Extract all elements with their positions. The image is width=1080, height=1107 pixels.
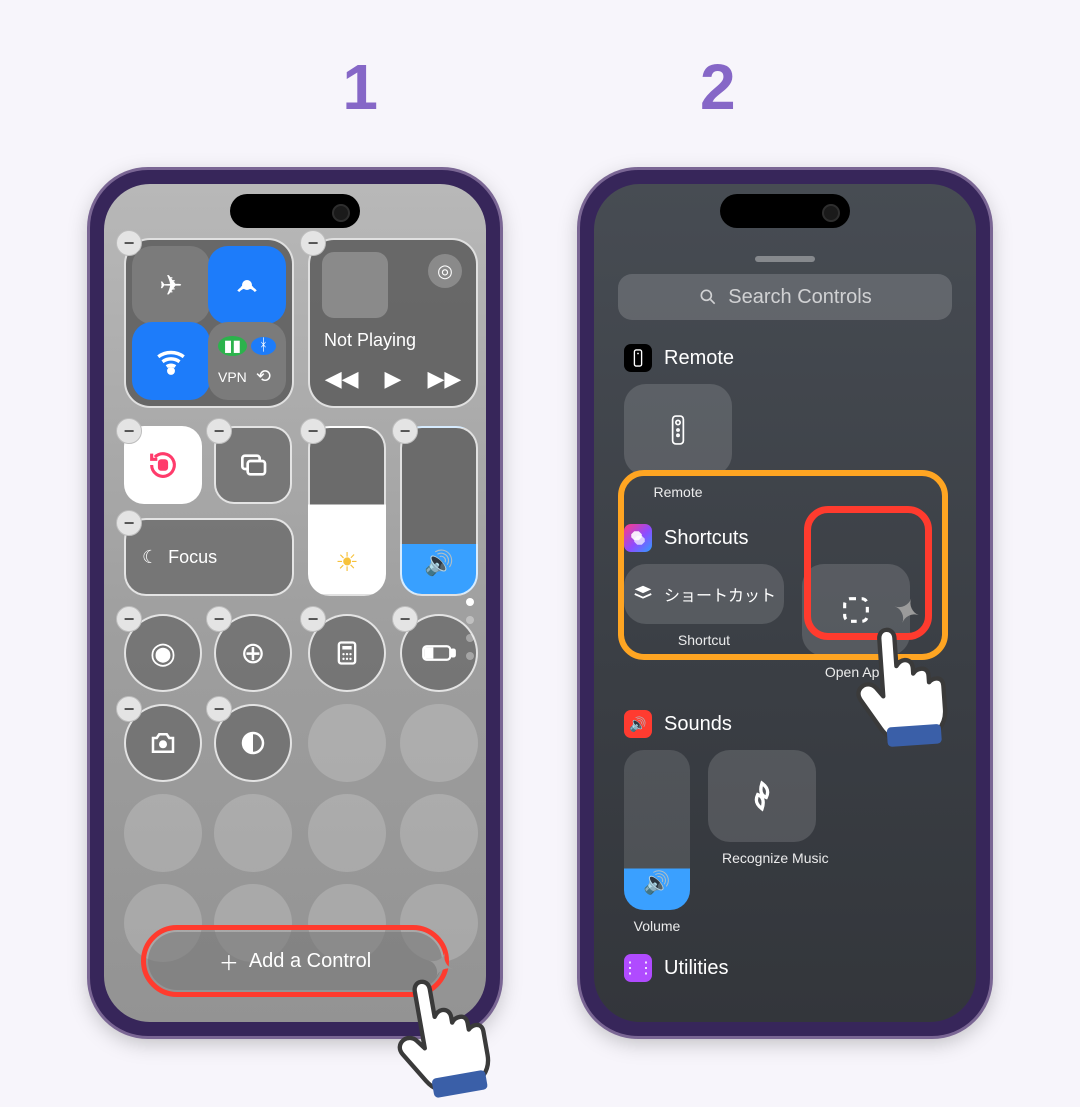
search-controls-field[interactable]: Search Controls (618, 274, 952, 320)
dynamic-island (230, 194, 360, 228)
section-header-shortcuts-label: Shortcuts (664, 527, 748, 550)
empty-slot[interactable] (308, 704, 386, 782)
control-item-volume[interactable]: 🔊 Volume (624, 750, 690, 934)
calculator-toggle[interactable]: − (308, 614, 386, 692)
empty-slot[interactable] (308, 794, 386, 872)
brightness-slider[interactable]: − ☀︎ (308, 426, 386, 596)
forward-icon[interactable]: ▶▶ (427, 366, 461, 392)
remove-badge[interactable]: − (206, 696, 232, 722)
remove-badge[interactable]: − (300, 418, 326, 444)
focus-toggle[interactable]: − ☾ Focus (124, 518, 294, 596)
connectivity-module[interactable]: − ✈︎ ▮▮ ᚼ VPN ⟲ (124, 238, 294, 408)
focus-label: Focus (168, 547, 217, 568)
stack-icon (632, 583, 654, 605)
dynamic-island (720, 194, 850, 228)
empty-slot[interactable] (400, 794, 478, 872)
magnifier-toggle[interactable]: −⊕ (214, 614, 292, 692)
control-item-recognize-label: Recognize Music (722, 850, 802, 866)
remove-badge[interactable]: − (116, 606, 142, 632)
dark-mode-toggle[interactable]: − (214, 704, 292, 782)
remove-badge[interactable]: − (392, 418, 418, 444)
bluetooth-icon: ᚼ (251, 337, 276, 355)
moon-icon: ☾ (142, 547, 158, 568)
cellular-icon: ▮▮ (218, 336, 247, 356)
airdrop-icon[interactable] (208, 246, 286, 324)
remove-badge[interactable]: − (300, 606, 326, 632)
utilities-app-icon: ⋮⋮ (624, 954, 652, 982)
add-a-control-label: Add a Control (249, 950, 371, 973)
step-number-2: 2 (700, 50, 738, 124)
section-header-sounds-label: Sounds (664, 713, 732, 736)
phone-frame-2: Search Controls Remote Remote (580, 170, 990, 1036)
shortcuts-app-icon (624, 524, 652, 552)
screen-record-toggle[interactable]: −◉ (124, 614, 202, 692)
media-title: Not Playing (324, 330, 416, 351)
empty-slot[interactable] (214, 794, 292, 872)
section-header-shortcuts: Shortcuts (624, 524, 952, 552)
control-item-shortcut-text: ショートカット (664, 582, 776, 606)
rewind-icon[interactable]: ◀◀ (325, 366, 359, 392)
remove-badge[interactable]: − (300, 230, 326, 256)
remove-badge[interactable]: − (116, 696, 142, 722)
album-art-placeholder (322, 252, 388, 318)
control-item-shortcut[interactable]: ショートカット Shortcut (624, 564, 784, 680)
section-header-utilities: ⋮⋮ Utilities (624, 954, 952, 982)
control-item-open-app-label: Open App (825, 664, 887, 680)
control-item-recognize-music[interactable]: Recognize Music (708, 750, 816, 866)
volume-icon: 🔊 (424, 549, 454, 578)
remove-badge[interactable]: − (392, 606, 418, 632)
wifi-icon[interactable] (132, 322, 210, 400)
remove-badge[interactable]: − (116, 510, 142, 536)
section-header-sounds: 🔊 Sounds (624, 710, 952, 738)
sounds-app-icon: 🔊 (624, 710, 652, 738)
empty-slot[interactable] (400, 704, 478, 782)
connectivity-more[interactable]: ▮▮ ᚼ VPN ⟲ (208, 322, 286, 400)
page-indicator[interactable] (466, 598, 474, 660)
screen-mirroring-toggle[interactable]: − (214, 426, 292, 504)
brightness-icon: ☀︎ (335, 547, 358, 578)
sheet-grabber[interactable] (755, 256, 815, 262)
remove-badge[interactable]: − (206, 606, 232, 632)
play-icon[interactable]: ▶ (385, 366, 402, 392)
empty-slot[interactable] (124, 794, 202, 872)
vpn-icon: VPN (218, 369, 247, 385)
control-item-remote[interactable]: Remote (624, 384, 732, 500)
remove-badge[interactable]: − (206, 418, 232, 444)
phone-frame-1: − ✈︎ ▮▮ ᚼ VPN ⟲ − ◎ N (90, 170, 500, 1036)
add-a-control-button[interactable]: ＋ Add a Control (148, 932, 442, 990)
section-header-utilities-label: Utilities (664, 957, 728, 980)
personal-hotspot-icon: ⟲ (251, 366, 276, 387)
media-module[interactable]: − ◎ Not Playing ◀◀ ▶ ▶▶ (308, 238, 478, 408)
orientation-lock-toggle[interactable]: − (124, 426, 202, 504)
control-item-volume-label: Volume (634, 918, 681, 934)
airplay-icon[interactable]: ◎ (428, 254, 462, 288)
section-header-remote: Remote (624, 344, 952, 372)
remote-app-icon (624, 344, 652, 372)
search-icon (698, 287, 718, 307)
step-number-1: 1 (342, 50, 380, 124)
screen-control-center-edit: − ✈︎ ▮▮ ᚼ VPN ⟲ − ◎ N (104, 184, 486, 1022)
camera-toggle[interactable]: − (124, 704, 202, 782)
plus-icon: ＋ (219, 947, 239, 976)
airplane-mode-icon[interactable]: ✈︎ (132, 246, 210, 324)
volume-icon: 🔊 (643, 870, 670, 896)
remove-badge[interactable]: − (116, 418, 142, 444)
control-item-remote-label: Remote (653, 484, 702, 500)
search-placeholder: Search Controls (728, 286, 871, 309)
section-header-remote-label: Remote (664, 347, 734, 370)
control-item-shortcut-label: Shortcut (678, 632, 730, 648)
volume-slider[interactable]: − 🔊 (400, 426, 478, 596)
